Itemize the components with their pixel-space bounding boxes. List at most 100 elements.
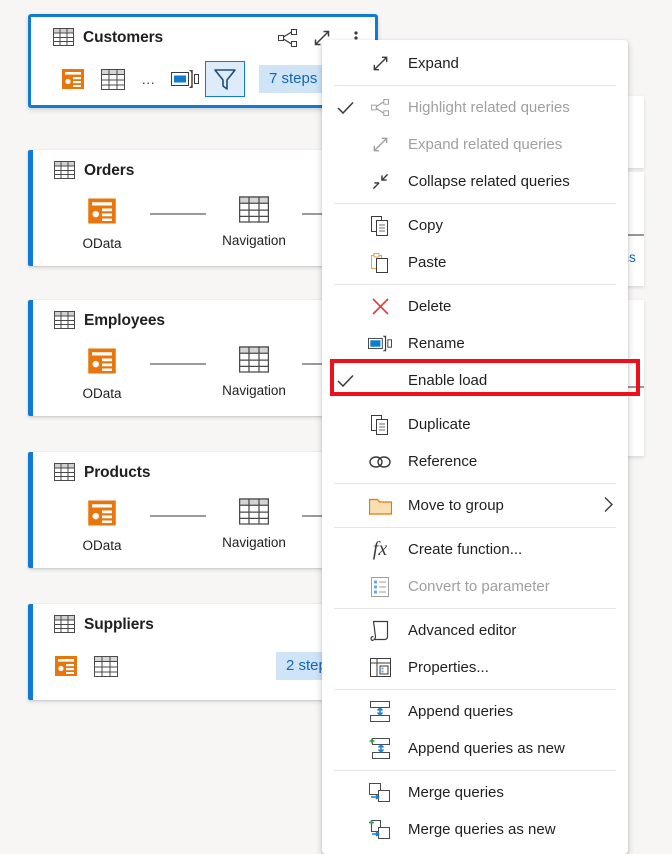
menu-item-duplicate[interactable]: Duplicate [322,406,628,443]
append-queries-new-icon [362,738,398,759]
merge-queries-icon [362,782,398,803]
query-card-header: Orders [28,150,372,192]
menu-item-create-function[interactable]: fx Create function... [322,531,628,568]
query-card-header: Employees [28,300,372,342]
collapse-arrows-icon [362,172,398,191]
menu-item-label: Delete [408,298,452,315]
advanced-editor-icon [362,620,398,641]
menu-item-label: Copy [408,217,444,234]
expand-arrows-icon [362,135,398,154]
menu-separator [334,608,616,609]
odata-source-node[interactable]: OData [54,346,150,401]
query-card-employees[interactable]: Employees OData Navigation [28,300,372,416]
odata-source-icon [87,196,117,229]
menu-item-label: Rename [408,335,465,352]
node-label: Navigation [222,233,286,248]
menu-separator [334,203,616,204]
odata-source-node[interactable]: OData [54,196,150,251]
menu-item-append-queries[interactable]: Append queries [322,693,628,730]
table-icon [54,462,75,484]
odata-source-icon [87,498,117,531]
menu-item-rename[interactable]: Rename [322,325,628,362]
odata-source-icon [87,346,117,379]
menu-item-move-to-group[interactable]: Move to group [322,487,628,524]
chevron-right-icon [603,495,614,516]
source-step-button[interactable] [46,648,86,684]
navigation-node[interactable]: Navigation [206,498,302,550]
query-context-menu[interactable]: Expand Highlight related queries Expand … [322,40,640,854]
table-icon [54,160,75,182]
menu-item-append-queries-as-new[interactable]: Append queries as new [322,730,628,767]
menu-item-label: Paste [408,254,447,271]
query-card-body: OData Navigation [28,494,372,566]
menu-item-collapse-related-queries[interactable]: Collapse related queries [322,163,628,200]
navigation-step-button[interactable] [93,61,133,97]
menu-separator [334,770,616,771]
delete-x-icon [362,297,398,316]
diagram-view-canvas: nns Customers [0,0,672,854]
query-card-suppliers[interactable]: Suppliers 2 steps [28,604,372,700]
filtered-rows-step-button[interactable] [205,61,245,97]
menu-separator [334,689,616,690]
menu-item-label: Move to group [408,497,504,514]
menu-item-label: Advanced editor [408,622,517,639]
menu-item-reference[interactable]: Reference [322,443,628,480]
odata-source-node[interactable]: OData [54,498,150,553]
source-step-button[interactable] [53,61,93,97]
query-card-header: Products [28,452,372,494]
menu-item-delete[interactable]: Delete [322,288,628,325]
menu-item-copy[interactable]: Copy [322,207,628,244]
menu-separator [334,85,616,86]
menu-separator [334,284,616,285]
menu-item-label: Append queries as new [408,740,565,757]
navigation-node[interactable]: Navigation [206,196,302,248]
table-icon [54,310,75,332]
menu-item-label: Highlight related queries [408,99,570,116]
menu-item-label: Merge queries as new [408,821,556,838]
properties-icon [362,658,398,677]
menu-item-enable-load[interactable]: Enable load [322,359,640,399]
menu-item-highlight-related-queries[interactable]: Highlight related queries [322,89,628,126]
fx-icon: fx [372,538,388,560]
menu-item-paste[interactable]: Paste [322,244,628,281]
menu-item-label: Merge queries [408,784,504,801]
table-icon [239,196,269,226]
menu-item-merge-queries[interactable]: Merge queries [322,774,628,811]
node-label: Navigation [222,383,286,398]
query-card-body: OData Navigation [28,192,372,264]
menu-item-label: Enable load [408,372,488,389]
menu-item-convert-to-parameter[interactable]: Convert to parameter [322,568,628,605]
menu-item-label: Convert to parameter [408,578,550,595]
menu-item-advanced-editor[interactable]: Advanced editor [322,612,628,649]
reference-link-icon [362,454,398,470]
menu-item-label: Collapse related queries [408,173,570,190]
append-queries-icon [362,701,398,722]
duplicate-icon [362,414,398,435]
query-name: Employees [84,312,165,329]
navigation-node[interactable]: Navigation [206,346,302,398]
menu-item-merge-queries-as-new[interactable]: Merge queries as new [322,811,628,848]
renamed-columns-step-button[interactable] [165,61,205,97]
parameter-icon [362,576,398,597]
menu-item-expand[interactable]: Expand [322,45,628,82]
menu-separator [334,483,616,484]
expand-arrows-icon [362,54,398,73]
menu-item-label: Append queries [408,703,514,720]
query-card-orders[interactable]: Orders OData Navigation [28,150,372,266]
node-label: OData [82,236,122,251]
menu-item-label: Duplicate [408,416,471,433]
menu-item-label: Expand related queries [408,136,563,153]
merge-queries-new-icon [362,819,398,840]
highlight-related-queries-icon[interactable] [277,27,299,49]
collapsed-steps-button[interactable]: … [133,62,165,96]
menu-item-properties[interactable]: Properties... [322,649,628,686]
menu-item-label: Properties... [408,659,489,676]
query-card-products[interactable]: Products OData Navigation [28,452,372,568]
table-icon [239,346,269,376]
navigation-step-button[interactable] [86,648,126,684]
table-icon [54,614,75,636]
menu-item-expand-related-queries[interactable]: Expand related queries [322,126,628,163]
rename-icon [362,334,398,353]
menu-item-label: Expand [408,55,459,72]
query-name: Customers [83,29,164,46]
